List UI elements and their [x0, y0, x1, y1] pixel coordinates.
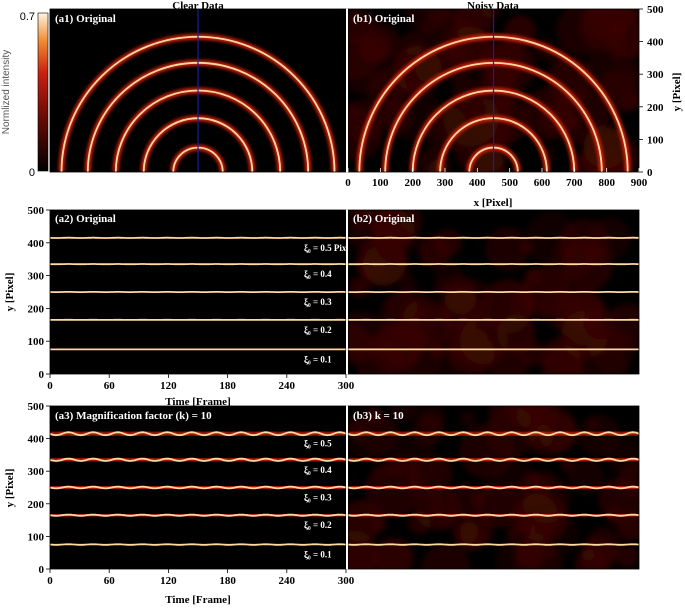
a3-line: [50, 544, 346, 545]
panel-b1-label: (b1) Original: [353, 13, 414, 25]
panel-b2: (b2) Original: [333, 196, 651, 401]
a2-xi-label: ξ₀ = 0.3: [304, 297, 332, 307]
panel-b1: (b1) Original: [328, 0, 655, 196]
a3-x-tick-label: 60: [104, 575, 116, 587]
a2-xi-label: ξ₀ = 0.5 Pix: [304, 243, 347, 253]
figure: Clear Data Noisy Data 0.7 0 Normlized in…: [0, 0, 685, 607]
b2-noise-blob: [543, 336, 582, 375]
b1-y-tick-label: 100: [647, 134, 664, 146]
b1-y-tick-label: 300: [647, 69, 664, 81]
a3-xi-label: ξ₀ = 0.2: [304, 520, 332, 530]
b1-y-tick-label: 200: [647, 102, 664, 114]
b1-x-tick-label: 500: [501, 177, 518, 189]
a2-xi-label: ξ₀ = 0.2: [304, 325, 332, 335]
panel-a2-label: (a2) Original: [55, 213, 116, 225]
b1-x-tick-label: 800: [598, 177, 615, 189]
b2-noise-blob: [398, 273, 415, 290]
b1-x-tick-label: 700: [566, 177, 583, 189]
a2-xi-label: ξ₀ = 0.4: [304, 269, 332, 279]
a2-x-tick-label: 60: [104, 380, 116, 392]
panel-a3: ξ₀ = 0.5 ξ₀ = 0.4 ξ₀ = 0.3 ξ₀ = 0.2 ξ₀ = 0.1…: [50, 406, 346, 569]
b1-y-axis-title: y [Pixel]: [671, 73, 683, 112]
b2-noise-blob: [376, 226, 413, 263]
a3-y-tick-label: 500: [28, 401, 45, 413]
b2-noise-blob: [584, 247, 600, 263]
b3-noise-blob: [616, 545, 639, 568]
a3-x-tick-label: 120: [160, 575, 177, 587]
a3-y-tick-label: 200: [28, 499, 45, 511]
a2-y-tick-label: 300: [28, 271, 45, 283]
b1-x-axis-title: x [Pixel]: [474, 197, 513, 209]
a3-x-tick-label: 300: [338, 575, 355, 587]
a2-xi-label: ξ₀ = 0.1: [304, 354, 332, 364]
panel-b2-label: (b2) Original: [353, 213, 414, 225]
a3-x-axis-title: Time [Frame]: [165, 594, 230, 606]
b1-x-tick-label: 200: [404, 177, 421, 189]
a2-x-axis-title: Time [Frame]: [165, 396, 230, 408]
a2-y-tick-label: 0: [39, 369, 45, 381]
b1-y-tick-label: 500: [647, 4, 664, 16]
panel-a2: ξ₀ = 0.5 Pix ξ₀ = 0.4 ξ₀ = 0.3 ξ₀ = 0.2 ξ₀ =…: [50, 210, 347, 374]
panel-a3-label: (a3) Magnification factor (k) = 10: [55, 410, 212, 422]
a2-x-tick-label: 300: [338, 380, 355, 392]
b2-noise-blob: [525, 268, 541, 284]
b1-x-tick-label: 300: [437, 177, 454, 189]
b3-line: [348, 544, 639, 545]
a3-x-tick-label: 0: [47, 575, 53, 587]
b3-noise-blob: [460, 411, 476, 427]
b1-x-tick-label: 600: [534, 177, 551, 189]
a2-x-tick-label: 120: [160, 380, 177, 392]
b3-noise-blob: [422, 544, 471, 593]
a3-xi-label: ξ₀ = 0.3: [304, 493, 332, 503]
a2-y-tick-label: 500: [28, 205, 45, 217]
colorbar-gradient: [38, 13, 48, 171]
a2-y-axis-title: y [Pixel]: [4, 273, 16, 312]
b2-noise-blob: [379, 320, 425, 366]
a3-xi-label: ξ₀ = 0.4: [304, 465, 332, 475]
b3-noise-blob: [470, 492, 484, 506]
a3-y-tick-label: 0: [39, 564, 45, 576]
a2-y-tick-label: 200: [28, 303, 45, 315]
a2-x-tick-label: 240: [279, 380, 296, 392]
b1-x-tick-label: 400: [469, 177, 486, 189]
b1-noise-blob: [608, 10, 656, 58]
b1-y-tick-label: 400: [647, 37, 664, 49]
a3-xi-label: ξ₀ = 0.1: [304, 550, 332, 560]
panel-a1-label: (a1) Original: [55, 13, 116, 25]
a3-x-tick-label: 240: [279, 575, 296, 587]
colorbar-label: Normlized intensity: [1, 50, 12, 134]
b1-x-tick-label: 900: [631, 177, 648, 189]
a3-y-tick-label: 100: [28, 531, 45, 543]
panel-b3-label: (b3) k = 10: [353, 410, 404, 422]
panel-a1: (a1) Original: [50, 9, 346, 172]
b3-noise-blob: [523, 403, 576, 456]
a2-y-tick-label: 100: [28, 336, 45, 348]
a3-y-tick-label: 300: [28, 466, 45, 478]
a2-x-tick-label: 0: [47, 380, 53, 392]
a3-y-axis-title: y [Pixel]: [4, 469, 16, 508]
colorbar: 0.7 0 Normlized intensity: [1, 11, 48, 179]
b1-x-tick-label: 0: [345, 177, 351, 189]
a3-x-tick-label: 180: [219, 575, 236, 587]
a3-y-tick-label: 400: [28, 434, 45, 446]
colorbar-max-label: 0.7: [20, 11, 35, 23]
b1-y-tick-label: 0: [647, 167, 653, 179]
b1-noise-blob: [401, 31, 425, 55]
colorbar-min-label: 0: [29, 167, 35, 179]
b1-x-tick-label: 100: [372, 177, 389, 189]
a2-x-tick-label: 180: [219, 380, 236, 392]
a2-y-tick-label: 400: [28, 238, 45, 250]
panel-b3: (b3) k = 10: [325, 386, 651, 593]
b1-noise-blob: [540, 99, 577, 136]
a3-xi-label: ξ₀ = 0.5: [304, 439, 332, 449]
b1-noise-blob: [360, 32, 390, 62]
